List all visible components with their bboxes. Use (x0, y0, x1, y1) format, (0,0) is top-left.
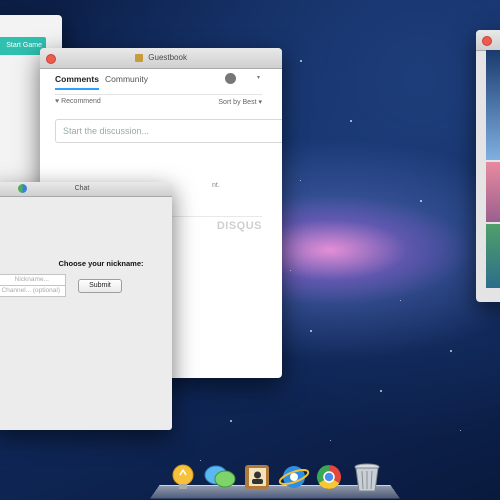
nickname-placeholder: Nickname... (14, 276, 49, 283)
recommend-label: Recommend (61, 98, 101, 105)
close-icon[interactable] (482, 36, 492, 46)
chevron-down-icon: ▾ (258, 99, 262, 106)
contacts-icon[interactable] (242, 462, 272, 492)
sort-dropdown[interactable]: Sort by Best ▾ (218, 98, 262, 106)
guestbook-app-icon (135, 53, 144, 62)
tab-comments[interactable]: Comments (55, 74, 99, 90)
close-icon[interactable] (46, 54, 56, 64)
disqus-logo[interactable]: DISQUS (217, 220, 262, 232)
photo-thumbnail[interactable] (486, 162, 500, 222)
divider (55, 94, 262, 95)
chat-titlebar[interactable]: Chat (0, 182, 172, 197)
chevron-down-icon[interactable]: ▾ (257, 74, 260, 81)
avatar[interactable] (225, 73, 236, 84)
channel-placeholder: Channel... (optional) (1, 287, 60, 294)
chat-app-icon (18, 184, 27, 193)
heart-icon: ♥ (55, 98, 60, 105)
photo-thumbnail[interactable] (486, 50, 500, 160)
photos-titlebar[interactable] (476, 30, 500, 51)
guestbook-titlebar[interactable]: Guestbook (40, 48, 282, 69)
comment-text: nt. (212, 182, 220, 189)
photo-thumbnail[interactable] (486, 224, 500, 288)
recommend-button[interactable]: ♥ Recommend (55, 98, 101, 105)
chrome-icon[interactable] (314, 462, 344, 492)
window-title: Guestbook (148, 53, 187, 62)
channel-field[interactable]: Channel... (optional) (0, 285, 66, 297)
messages-icon[interactable] (203, 462, 236, 492)
submit-button[interactable]: Submit (78, 279, 122, 293)
lightbulb-icon[interactable] (168, 462, 198, 492)
chat-window: Chat Choose your nickname: Nickname... C… (0, 182, 172, 430)
internet-explorer-icon[interactable] (278, 462, 310, 492)
sort-label: Sort by Best (218, 99, 257, 106)
tab-community[interactable]: Community (105, 74, 148, 84)
comment-tabs: Comments Community ▾ (55, 73, 262, 92)
discussion-input[interactable]: Start the discussion... (55, 119, 282, 143)
trash-icon[interactable] (352, 462, 382, 492)
photos-window (476, 30, 500, 302)
nickname-prompt: Choose your nickname: (58, 259, 144, 268)
window-title: Chat (74, 185, 90, 192)
